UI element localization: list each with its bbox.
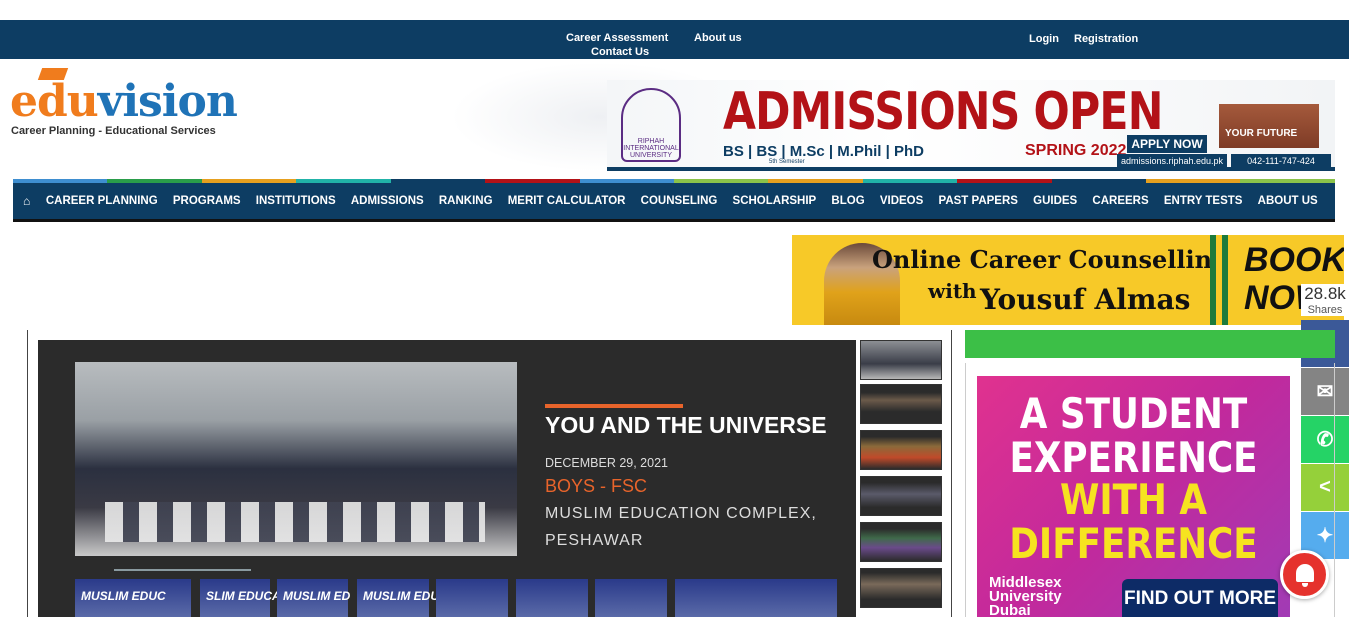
logo-tagline: Career Planning - Educational Services [11,125,216,137]
nav-item-guides[interactable]: GUIDES [1026,195,1085,207]
slide-thumbnail-3[interactable] [860,430,942,470]
eduvision-logo[interactable]: eduvision Career Planning - Educational … [10,68,238,140]
counselling-with: with [928,279,977,303]
nav-item-merit-calculator[interactable]: MERIT CALCULATOR [500,195,633,207]
slide-category: BOYS - FSC [545,476,648,496]
photo-strip-item[interactable]: MUSLIM EDUC [75,579,191,617]
semester-note: 5th Semester [769,159,805,165]
slide-heading: YOU AND THE UNIVERSE [545,412,827,438]
photo-strip-item[interactable]: MUSLIM EDUCATIO [357,579,475,617]
nav-item-institutions[interactable]: INSTITUTIONS [248,195,343,207]
middlesex-name: Middlesex University Dubai [989,574,1062,617]
registration-link[interactable]: Registration [1074,33,1138,45]
nav-item-programs[interactable]: PROGRAMS [165,195,248,207]
photo-strip-label: MUSLIM EDUC [81,589,166,603]
share-count: 28.8k Shares [1301,284,1349,316]
your-future-text: YOUR FUTURE [1225,128,1298,139]
photo-strip-item[interactable]: MUSLIM ED [277,579,351,617]
main-nav: ⌂ CAREER PLANNING PROGRAMS INSTITUTIONS ADM… [13,179,1335,222]
sidebar-green-bar [965,330,1335,358]
logo-vision: vision [97,76,238,127]
counsellor-name: Yousuf Almas [980,283,1191,316]
banner-degrees: BS | BS | M.Sc | M.Phil | PhD [723,143,924,160]
admissions-phone: 042-111-747-424 [1231,154,1331,167]
photo-strip-item[interactable]: SLIM EDUCATIO [200,579,300,617]
nav-item-ranking[interactable]: RANKING [431,195,500,207]
nav-item-about-us[interactable]: ABOUT US [1250,195,1325,207]
slide-thumbnail-1[interactable] [860,340,942,380]
admissions-url: admissions.riphah.edu.pk [1117,154,1227,167]
ad-line1: A STUDENT [1019,389,1248,438]
nav-item-blog[interactable]: BLOG [824,195,872,207]
middlesex-logo: Middlesex University Dubai [989,574,1099,617]
photo-strip-label: MUSLIM ED [283,589,351,603]
login-link[interactable]: Login [1029,33,1059,45]
nav-item-entry-tests[interactable]: ENTRY TESTS [1156,195,1250,207]
career-assessment-link[interactable]: Career Assessment [566,32,668,44]
university-name: RIPHAH INTERNATIONAL UNIVERSITY [623,138,679,159]
slide-thumbnail-4[interactable] [860,476,942,516]
counselling-line1: Online Career Counselling [872,245,1229,274]
career-counselling-banner[interactable]: Online Career Counselling with Yousuf Al… [792,235,1344,325]
nav-item-admissions[interactable]: ADMISSIONS [343,195,431,207]
share-count-number: 28.8k [1304,284,1346,303]
nav-item-counseling[interactable]: COUNSELING [633,195,725,207]
about-us-link[interactable]: About us [694,32,742,44]
ad-line3: WITH A [1060,475,1207,524]
campus-building-image [1219,104,1319,148]
slide-thumbnail-5[interactable] [860,522,942,562]
photo-strip-item[interactable] [595,579,667,617]
riphah-seal-logo: RIPHAH INTERNATIONAL UNIVERSITY [621,88,681,162]
logo-wordmark: eduvision [10,76,238,127]
slide-date: DECEMBER 29, 2021 [545,456,668,470]
logo-edu: edu [10,76,99,127]
photo-strip-item[interactable] [436,579,508,617]
notification-bell-icon[interactable] [1280,550,1329,599]
contact-us-link[interactable]: Contact Us [591,46,649,58]
nav-item-videos[interactable]: VIDEOS [872,195,931,207]
banner-stripes [1210,235,1234,325]
slide-thumbnail-6[interactable] [860,568,942,608]
nav-item-scholarship[interactable]: SCHOLARSHIP [725,195,824,207]
top-bar: Career Assessment About us Contact Us Lo… [0,20,1349,59]
share-count-label: Shares [1307,304,1343,316]
riphah-admissions-banner[interactable]: RIPHAH INTERNATIONAL UNIVERSITY ADMISSIO… [607,80,1335,171]
photo-strip-item[interactable] [675,579,837,617]
find-out-more-button[interactable]: FIND OUT MORE [1122,579,1278,617]
slide-location-line1: MUSLIM EDUCATION COMPLEX, [545,505,817,522]
middlesex-ad[interactable]: A STUDENT EXPERIENCE WITH A DIFFERENCE M… [977,376,1290,617]
event-photo-chairs [105,502,485,542]
nav-items: ⌂ CAREER PLANNING PROGRAMS INSTITUTIONS ADM… [13,183,1325,219]
event-photo [75,362,517,556]
featured-slide[interactable]: YOU AND THE UNIVERSE DECEMBER 29, 2021 B… [38,340,856,617]
photo-strip-item[interactable] [516,579,588,617]
ad-line2: EXPERIENCE [1009,433,1258,482]
slide-thumbnail-2[interactable] [860,384,942,424]
nav-item-careers[interactable]: CAREERS [1085,195,1156,207]
banner-title: ADMISSIONS OPEN [723,82,1163,142]
slide-location-line2: PESHAWAR [545,532,644,549]
home-icon[interactable]: ⌂ [13,194,38,208]
nav-item-past-papers[interactable]: PAST PAPERS [931,195,1026,207]
ad-line4: DIFFERENCE [1009,519,1258,568]
bell-body [1296,564,1314,582]
slide-divider [114,569,251,571]
nav-item-career-planning[interactable]: CAREER PLANNING [38,195,165,207]
bell-clapper [1302,583,1308,587]
heading-accent-bar [545,404,683,408]
banner-season: SPRING 2022 [1025,142,1127,159]
apply-now-button[interactable]: APPLY NOW [1127,135,1207,153]
